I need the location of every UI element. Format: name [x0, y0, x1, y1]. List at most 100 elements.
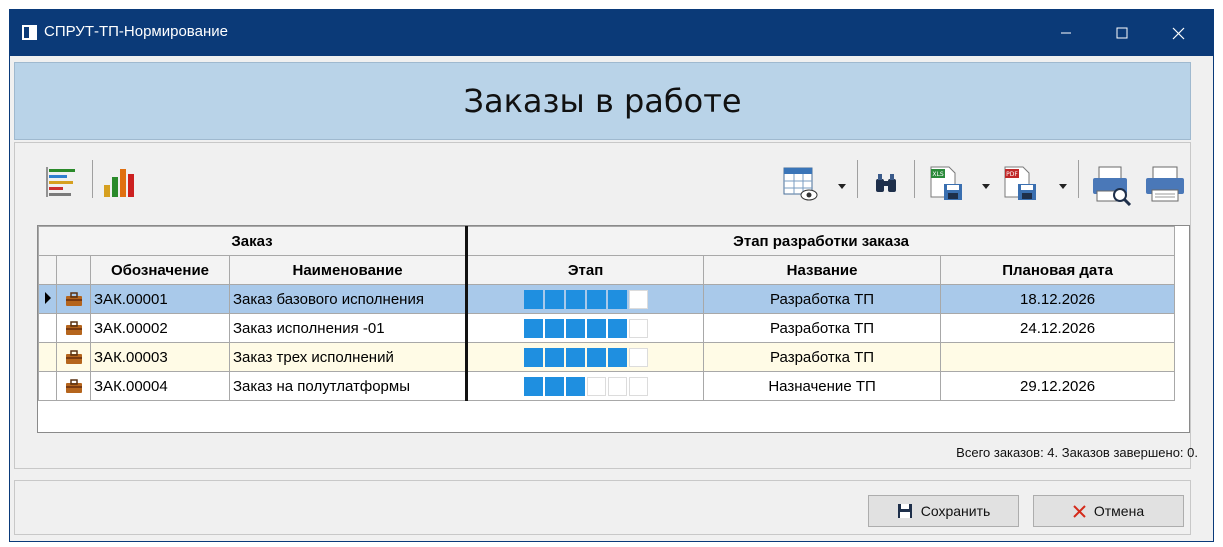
print-preview-icon	[1093, 166, 1132, 206]
cell-designation: ЗАК.00003	[90, 342, 230, 372]
column-view-button[interactable]	[781, 163, 821, 203]
find-button[interactable]	[869, 166, 903, 200]
stage-segment	[586, 289, 606, 309]
stage-segment	[586, 318, 606, 338]
current-row-arrow-icon	[44, 291, 51, 304]
cell-stage-progress	[466, 313, 705, 343]
stage-segment	[586, 376, 606, 396]
export-xls-button[interactable]: XLS	[926, 163, 966, 203]
order-icon-cell	[56, 284, 91, 314]
table-row[interactable]: ЗАК.00001 Заказ базового исполнения Разраб…	[38, 284, 1176, 314]
binoculars-icon	[876, 174, 896, 192]
cell-designation: ЗАК.00001	[90, 284, 230, 314]
cell-planned-date: 18.12.2026	[940, 284, 1176, 314]
svg-text:PDF: PDF	[1006, 171, 1018, 178]
stage-segment	[628, 376, 648, 396]
group-header-order: Заказ	[37, 226, 469, 256]
row-indicator	[38, 371, 57, 401]
save-button[interactable]: Сохранить	[868, 495, 1019, 527]
export-pdf-dropdown-icon[interactable]	[1059, 184, 1067, 189]
order-icon-cell	[56, 371, 91, 401]
maximize-button[interactable]	[1094, 10, 1150, 56]
export-xls-icon: XLS	[930, 166, 962, 200]
close-icon	[1172, 27, 1184, 39]
stage-segment	[628, 318, 648, 338]
table-row[interactable]: ЗАК.00003 Заказ трех исполнений Разработка…	[38, 342, 1176, 372]
gantt-button[interactable]	[44, 164, 80, 200]
cell-stage-progress	[466, 284, 705, 314]
row-indicator	[38, 342, 57, 372]
stage-progress-bar	[523, 318, 648, 338]
column-header-name[interactable]: Наименование	[228, 255, 469, 285]
table-row[interactable]: ЗАК.00002 Заказ исполнения -01 Разработка …	[38, 313, 1176, 343]
stage-segment	[607, 318, 627, 338]
stage-progress-bar	[523, 376, 648, 396]
column-header-planned-date[interactable]: Плановая дата	[940, 255, 1176, 285]
gantt-icon	[46, 167, 75, 197]
bar-chart-icon	[104, 169, 134, 197]
stage-segment	[607, 347, 627, 367]
row-indicator	[38, 284, 57, 314]
cell-stage-name: Разработка ТП	[703, 284, 942, 314]
cell-stage-progress	[466, 342, 705, 372]
cell-name: Заказ базового исполнения	[228, 284, 469, 314]
stage-segment	[586, 347, 606, 367]
column-header-stage-name[interactable]: Название	[703, 255, 942, 285]
cell-stage-name: Назначение ТП	[703, 371, 942, 401]
briefcase-icon	[65, 321, 82, 336]
order-icon-cell	[56, 342, 91, 372]
svg-text:XLS: XLS	[932, 171, 943, 178]
toolbar-separator	[857, 160, 858, 198]
stage-segment	[607, 376, 627, 396]
maximize-icon	[1116, 27, 1128, 39]
cell-stage-progress	[466, 371, 705, 401]
window-title: СПРУТ-ТП-Нормирование	[44, 23, 228, 40]
briefcase-icon	[65, 379, 82, 394]
stage-segment	[544, 376, 564, 396]
export-pdf-button[interactable]: PDF	[1000, 163, 1040, 203]
header-band: Заказы в работе	[14, 62, 1191, 140]
stage-segment	[544, 347, 564, 367]
stage-segment	[628, 347, 648, 367]
cell-name: Заказ трех исполнений	[228, 342, 469, 372]
stage-segment	[544, 318, 564, 338]
briefcase-icon	[65, 292, 82, 307]
cell-planned-date: 29.12.2026	[940, 371, 1176, 401]
stage-segment	[523, 289, 543, 309]
cell-planned-date: 24.12.2026	[940, 313, 1176, 343]
cell-stage-name: Разработка ТП	[703, 342, 942, 372]
stage-segment	[544, 289, 564, 309]
stage-segment	[523, 318, 543, 338]
button-bar: Сохранить Отмена	[14, 480, 1191, 535]
cell-designation: ЗАК.00004	[90, 371, 230, 401]
close-button[interactable]	[1150, 10, 1206, 56]
cancel-button[interactable]: Отмена	[1033, 495, 1184, 527]
column-view-dropdown-icon[interactable]	[838, 184, 846, 189]
orders-grid[interactable]: Заказ Этап разработки заказа Обозначение…	[37, 225, 1190, 433]
group-header-stage: Этап разработки заказа	[466, 226, 1176, 256]
stage-segment	[523, 347, 543, 367]
table-row[interactable]: ЗАК.00004 Заказ на полутлатформы Назначени…	[38, 371, 1176, 401]
toolbar-separator	[914, 160, 915, 198]
export-xls-dropdown-icon[interactable]	[982, 184, 990, 189]
column-header-designation[interactable]: Обозначение	[90, 255, 230, 285]
stage-segment	[565, 376, 585, 396]
order-icon-cell	[56, 313, 91, 343]
column-view-icon	[783, 167, 818, 201]
app-icon	[22, 25, 37, 40]
cell-name: Заказ на полутлатформы	[228, 371, 469, 401]
print-preview-button[interactable]	[1090, 163, 1134, 207]
icon-header	[56, 255, 91, 285]
print-button[interactable]	[1143, 163, 1187, 207]
minimize-icon	[1061, 32, 1071, 34]
status-text: Всего заказов: 4. Заказов завершено: 0.	[956, 445, 1198, 460]
minimize-button[interactable]	[1038, 10, 1094, 56]
toolbar-separator	[92, 160, 93, 198]
stage-segment	[565, 318, 585, 338]
cell-stage-name: Разработка ТП	[703, 313, 942, 343]
column-header-stage[interactable]: Этап	[466, 255, 705, 285]
chart-button[interactable]	[100, 164, 136, 200]
stage-segment	[607, 289, 627, 309]
stage-segment	[628, 289, 648, 309]
printer-icon	[1146, 166, 1184, 202]
